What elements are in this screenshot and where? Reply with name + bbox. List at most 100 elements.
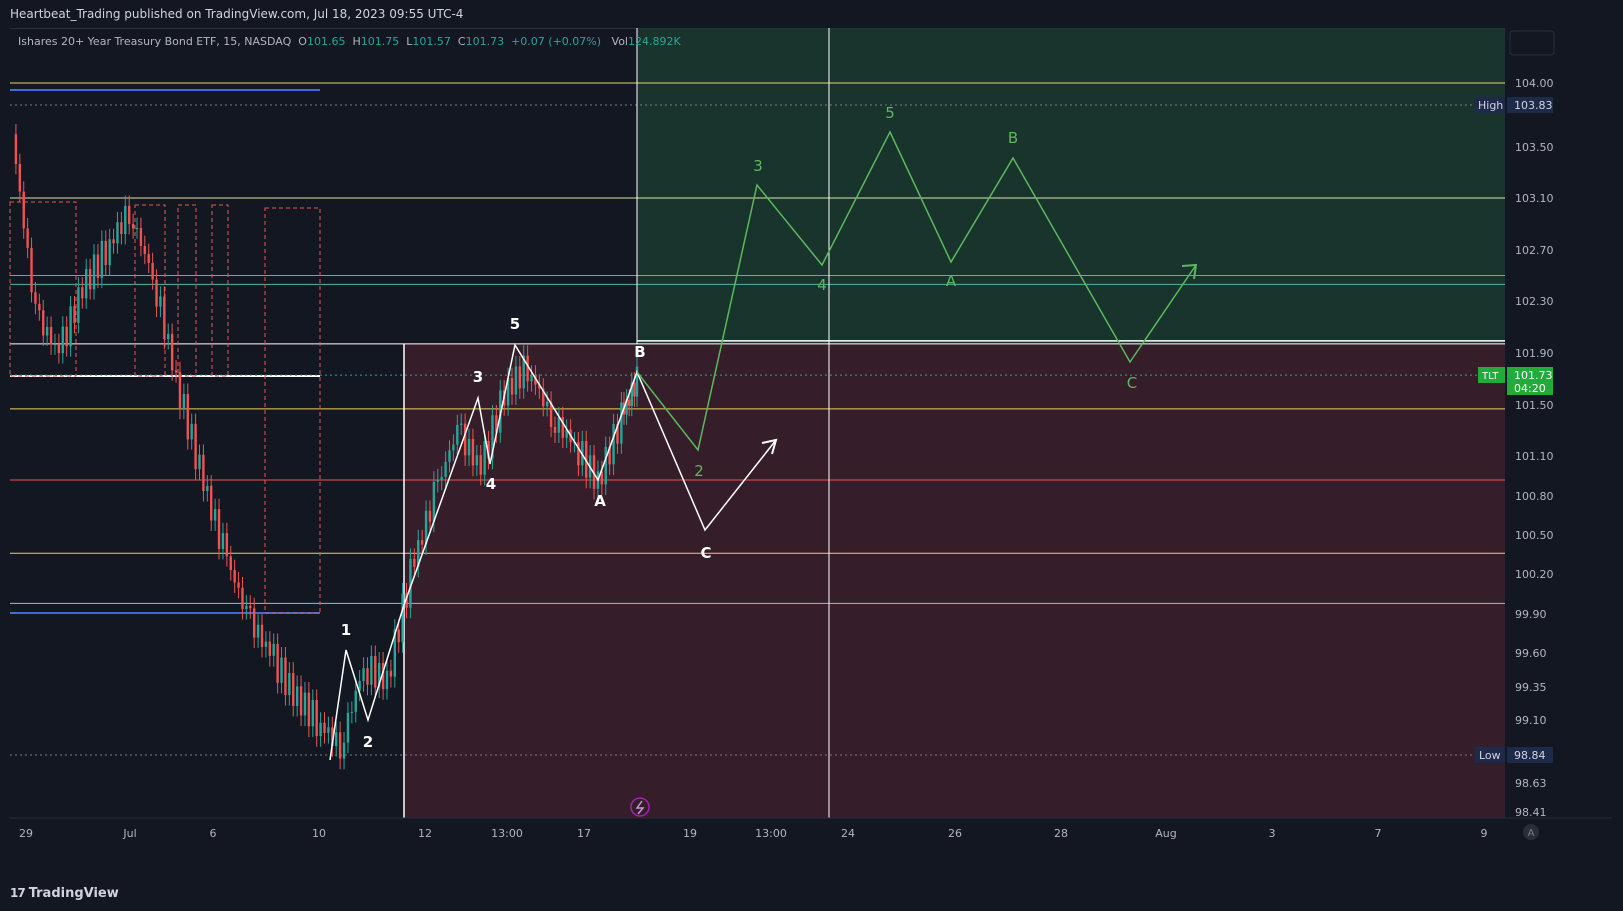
candle-body: [475, 455, 479, 466]
dashed-range-box: [9, 201, 77, 377]
candle-body: [213, 509, 217, 521]
candle-body: [198, 454, 201, 470]
x-tick-label: Aug: [1155, 827, 1176, 840]
candle-body: [307, 692, 311, 727]
candle-body: [104, 240, 107, 266]
candle-body: [127, 205, 131, 224]
legend-open: 101.65: [306, 35, 346, 48]
candle-body: [73, 306, 76, 323]
candle-body: [14, 134, 18, 164]
price-chart[interactable]: 12345ABC2345ABC104.00103.50103.10102.701…: [0, 0, 1623, 911]
candle-body: [22, 191, 25, 229]
x-tick-label: 7: [1375, 827, 1382, 840]
candle-body: [350, 711, 354, 713]
candle-body: [42, 310, 45, 336]
candle-body: [260, 624, 264, 647]
candle-body: [510, 378, 514, 395]
y-tick-label: 99.35: [1515, 681, 1547, 694]
green-wave-label: 4: [817, 276, 827, 294]
candle-body: [467, 438, 471, 456]
candle-body: [456, 424, 459, 445]
white-wave-label: B: [634, 343, 645, 361]
candle-body: [545, 401, 549, 407]
x-tick-label: 9: [1481, 827, 1488, 840]
current-price-label: 101.73: [1514, 369, 1553, 382]
candle-body: [315, 700, 318, 737]
candle-body: [284, 657, 287, 696]
candle-body: [346, 712, 350, 743]
candle-body: [229, 556, 232, 571]
y-tick-label: 100.80: [1515, 490, 1554, 503]
candle-body: [53, 344, 57, 346]
candle-body: [96, 254, 100, 278]
high-price-label: 103.83: [1514, 99, 1553, 112]
y-tick-label: 101.10: [1515, 450, 1554, 463]
legend-high: 101.75: [360, 35, 400, 48]
legend-high-label: H: [352, 35, 361, 48]
legend-open-label: O: [298, 35, 307, 48]
tradingview-logo[interactable]: 17 TradingView: [10, 886, 119, 901]
tradingview-brand: TradingView: [28, 886, 119, 901]
candle-body: [178, 372, 182, 409]
white-wave-label: A: [594, 492, 606, 510]
candle-body: [221, 533, 225, 550]
candle-body: [604, 446, 607, 485]
candle-body: [389, 670, 393, 677]
candle-body: [401, 593, 404, 643]
candle-body: [92, 254, 96, 290]
candle-body: [448, 450, 451, 462]
candle-body: [206, 485, 209, 492]
candle-body: [61, 326, 64, 354]
y-tick-label: 103.10: [1515, 192, 1554, 205]
white-wave-label: 5: [510, 315, 520, 333]
candle-body: [553, 426, 557, 433]
candle-body: [202, 454, 205, 492]
candle-body: [413, 558, 416, 567]
candle-body: [174, 370, 178, 373]
legend-volume: 124.892K: [628, 35, 681, 48]
candle-body: [295, 686, 299, 706]
candle-body: [116, 222, 119, 244]
x-tick-label: 17: [577, 827, 591, 840]
auto-scale-label[interactable]: A: [1528, 828, 1535, 839]
candle-body: [323, 722, 326, 733]
white-wave-label: 3: [473, 368, 483, 386]
x-tick-label: 12: [418, 827, 432, 840]
candle-body: [112, 239, 115, 244]
target-zone-green: [637, 28, 1505, 344]
candle-body: [49, 326, 53, 345]
legend-close-label: C: [457, 35, 466, 48]
x-tick-label: 10: [312, 827, 326, 840]
white-wave-label: 1: [341, 621, 351, 639]
candle-body: [530, 375, 533, 382]
candle-body: [288, 672, 291, 696]
candle-body: [237, 582, 240, 588]
x-tick-label: 29: [19, 827, 33, 840]
candle-body: [479, 455, 482, 475]
y-tick-label: 101.90: [1515, 347, 1554, 360]
candle-body: [428, 510, 432, 522]
low-tag-label: Low: [1479, 749, 1501, 762]
candle-body: [463, 423, 467, 456]
candle-body: [460, 423, 463, 425]
candle-body: [612, 424, 615, 465]
y-tick-label: 99.90: [1515, 608, 1547, 621]
candle-body: [338, 732, 342, 759]
x-tick-label: 19: [683, 827, 697, 840]
candle-body: [342, 742, 346, 759]
green-wave-label: 2: [694, 462, 704, 480]
legend-symbol: Ishares 20+ Year Treasury Bond ETF, 15, …: [18, 35, 292, 48]
candle-body: [370, 656, 373, 685]
risk-zone-red: [404, 343, 1505, 818]
candle-body: [147, 253, 150, 263]
candle-body: [440, 476, 443, 480]
candle-body: [233, 570, 236, 583]
x-tick-label: 6: [210, 827, 217, 840]
candle-body: [249, 605, 252, 609]
symbol-tag-label: TLT: [1481, 371, 1499, 382]
candle-body: [217, 509, 221, 550]
candle-body: [268, 641, 272, 656]
y-tick-label: 102.70: [1515, 244, 1554, 257]
low-price-label: 98.84: [1514, 749, 1546, 762]
legend-volume-label: Vol: [611, 35, 628, 48]
